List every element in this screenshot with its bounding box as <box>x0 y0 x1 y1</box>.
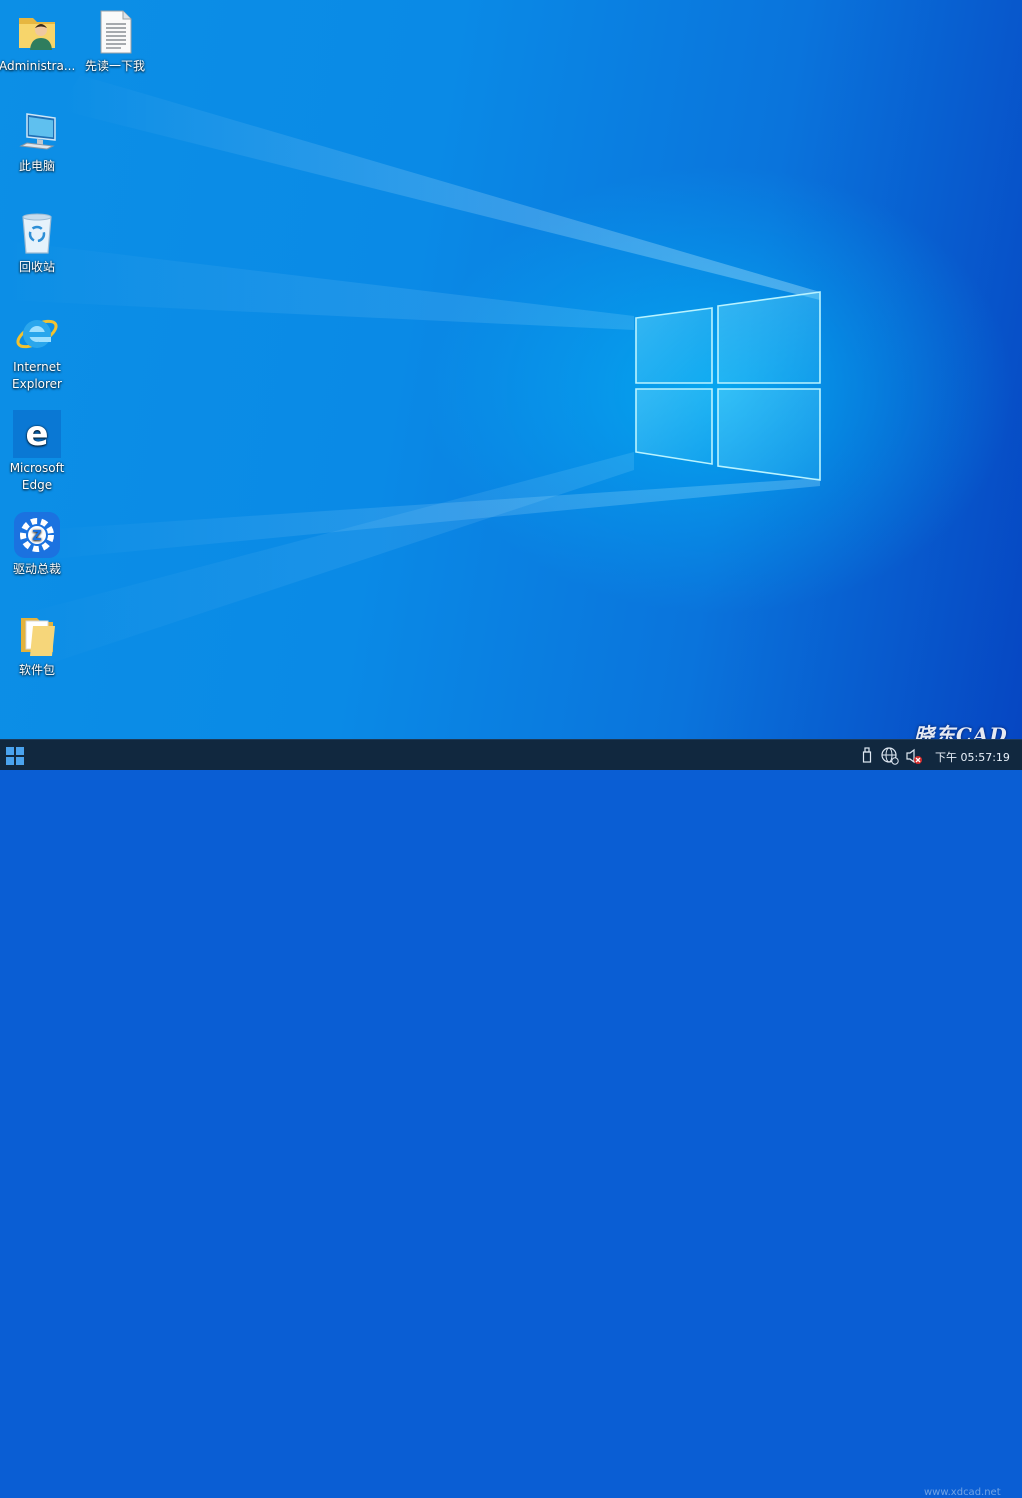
windows-logo <box>635 291 821 481</box>
user-folder-icon <box>13 8 61 56</box>
wallpaper-beams <box>0 75 820 680</box>
computer-icon <box>13 108 61 156</box>
desktop-icon-label: 回收站 <box>18 260 55 274</box>
taskbar: 下午 05:57:19 www.xdcad.net <box>0 739 1022 1498</box>
svg-text:e: e <box>25 414 48 454</box>
desktop-icon-internet-explorer[interactable]: Internet Explorer <box>0 309 75 393</box>
desktop-icon-label: 此电脑 <box>18 159 55 173</box>
desktop-icon-this-pc[interactable]: 此电脑 <box>0 108 75 175</box>
watermark-logo: 晓东CAD <box>914 723 1008 739</box>
desktop-icon-label: Internet Explorer <box>12 360 62 391</box>
desktop-icon-label: 先读一下我 <box>84 59 145 73</box>
watermark-url: www.xdcad.net <box>924 1487 1001 1498</box>
usb-drive-icon[interactable] <box>862 747 872 763</box>
desktop-icon-driver-master[interactable]: Z 驱动总裁 <box>0 511 75 578</box>
desktop-icon-software-pack[interactable]: 软件包 <box>0 612 75 679</box>
desktop-icon-label: 驱动总裁 <box>12 562 61 576</box>
svg-text:Z: Z <box>32 529 41 544</box>
volume-muted-icon[interactable] <box>905 747 923 765</box>
desktop-icon-recycle-bin[interactable]: 回收站 <box>0 209 75 276</box>
network-globe-icon[interactable] <box>881 747 899 765</box>
start-button[interactable] <box>6 747 24 765</box>
recycle-bin-icon <box>13 209 61 257</box>
folder-icon <box>13 612 61 660</box>
desktop: Administra... 先读一下我 此电脑 回收站 Internet Exp… <box>0 0 1022 739</box>
windows-start-icon <box>6 747 24 765</box>
taskbar-clock[interactable]: 下午 05:57:19 <box>935 749 1010 765</box>
driver-gear-icon: Z <box>13 511 61 559</box>
desktop-icon-administrator[interactable]: Administra... <box>0 8 75 75</box>
internet-explorer-icon <box>13 309 61 357</box>
desktop-icon-microsoft-edge[interactable]: e Microsoft Edge <box>0 410 75 494</box>
desktop-icon-label: 软件包 <box>18 663 55 677</box>
edge-icon: e <box>13 410 61 458</box>
text-document-icon <box>91 8 139 56</box>
desktop-icon-readme[interactable]: 先读一下我 <box>77 8 153 75</box>
desktop-icon-label: Microsoft Edge <box>9 461 65 492</box>
desktop-icon-label: Administra... <box>0 59 76 73</box>
